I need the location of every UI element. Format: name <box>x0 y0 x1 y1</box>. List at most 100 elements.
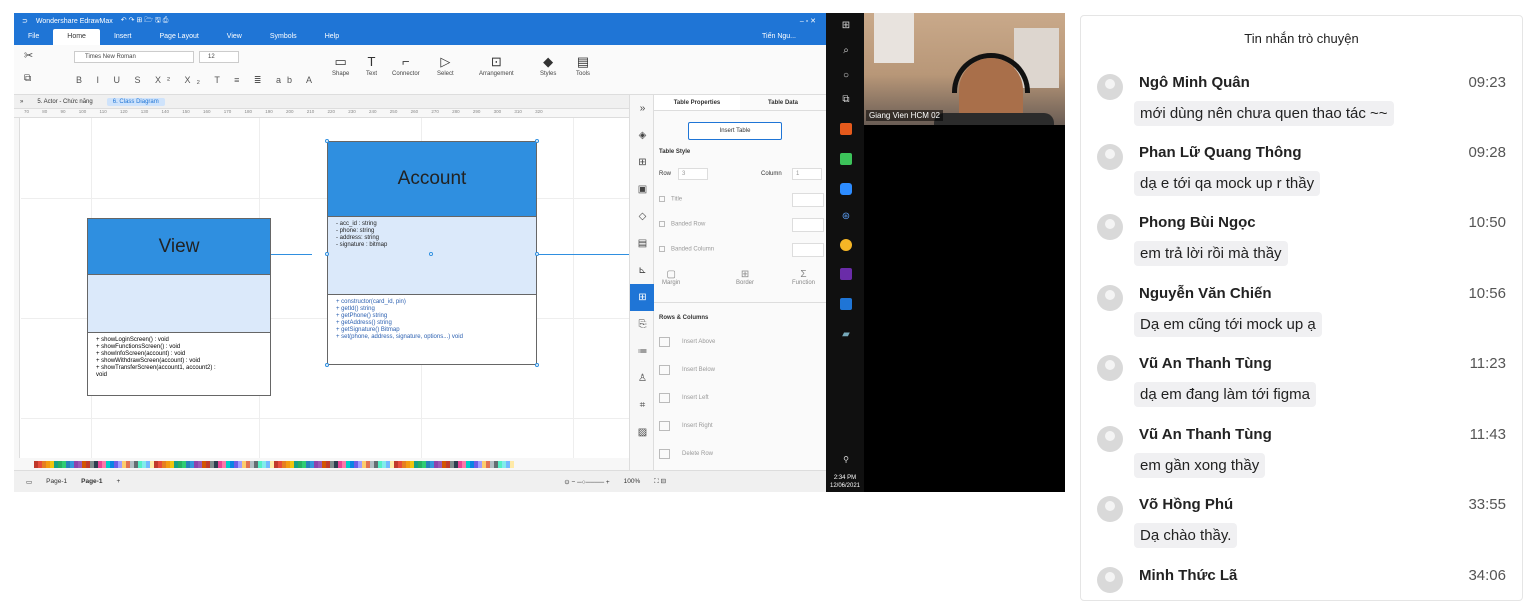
window-controls[interactable]: – ▫ ✕ <box>800 17 826 25</box>
table-icon[interactable]: ⊞ <box>630 284 655 311</box>
chart-icon[interactable]: ⊾ <box>630 257 655 284</box>
tab-table-properties[interactable]: Table Properties <box>654 95 740 110</box>
column-stepper[interactable]: 1 <box>792 168 822 180</box>
banded-column-color[interactable] <box>792 243 824 257</box>
select-button[interactable]: ▷ Select <box>437 55 454 78</box>
diagram-canvas[interactable]: View + showLoginScreen() : void + showFun… <box>21 118 629 458</box>
view-operation: + showTransferScreen(account1, account2)… <box>96 365 216 371</box>
message-text[interactable]: Dạ chào thầy. <box>1134 523 1238 548</box>
message-text[interactable]: Dạ em cũng tới mock up ạ <box>1134 312 1322 337</box>
expand-icon[interactable]: » <box>630 95 655 122</box>
fill-icon[interactable]: ◈ <box>630 122 655 149</box>
format-icons[interactable]: B I U S X² X₂ T ≡ ≣ ab A <box>76 75 318 86</box>
doc-tab-actor[interactable]: 5. Actor - Chức năng <box>31 98 98 106</box>
text-button[interactable]: T Text <box>366 55 377 78</box>
delete-row-button[interactable]: Delete Row <box>659 449 713 459</box>
presentation-icon[interactable]: ▨ <box>630 419 655 446</box>
menu-view[interactable]: View <box>213 29 256 45</box>
margin-button[interactable]: ▢ Margin <box>662 269 680 286</box>
insert-left-button[interactable]: Insert Left <box>659 393 709 403</box>
banded-row-checkbox[interactable]: Banded Row <box>659 221 705 228</box>
image-icon[interactable]: ▣ <box>630 176 655 203</box>
chrome-icon[interactable] <box>840 239 852 251</box>
zoom-icon[interactable] <box>840 183 852 195</box>
menu-home[interactable]: Home <box>53 29 100 45</box>
font-size-select[interactable]: 12 <box>199 51 239 63</box>
title-color[interactable] <box>792 193 824 207</box>
network-app-icon[interactable]: ⊛ <box>840 210 852 222</box>
title-checkbox[interactable]: Title <box>659 196 682 203</box>
add-page-button[interactable]: + <box>116 478 120 485</box>
media-app-icon[interactable] <box>840 268 852 280</box>
taskbar-clock[interactable]: 2:34 PM 12/06/2021 <box>826 474 864 490</box>
message-text[interactable]: dạ em đang làm tới figma <box>1134 382 1316 407</box>
banded-column-checkbox[interactable]: Banded Column <box>659 246 714 253</box>
message-text[interactable]: mới dùng nên chưa quen thao tác ~~ <box>1134 101 1394 126</box>
cut-icon[interactable]: ✂ <box>24 49 33 62</box>
menu-page-layout[interactable]: Page Layout <box>145 29 212 45</box>
edrawmax-taskbar-icon[interactable] <box>840 298 852 310</box>
fit-page-icon[interactable]: ⛶ ⊟ <box>654 477 666 486</box>
zoom-level[interactable]: 100% <box>624 478 641 485</box>
font-family-select[interactable]: Times New Roman <box>74 51 194 63</box>
camtasia-icon[interactable] <box>840 153 852 165</box>
search-icon[interactable]: ⌕ <box>840 44 852 56</box>
video-tile[interactable]: Giang Vien HCM 02 <box>864 13 1065 125</box>
copy-icon[interactable]: ⧉ <box>24 73 31 84</box>
row-stepper[interactable]: 3 <box>678 168 708 180</box>
task-view-icon[interactable]: ⧉ <box>840 93 852 105</box>
layers-icon[interactable]: ◇ <box>630 203 655 230</box>
file-icon[interactable]: ▰ <box>840 328 852 340</box>
org-icon[interactable]: ♙ <box>630 365 655 392</box>
resize-handle[interactable] <box>429 252 433 256</box>
export-icon[interactable]: ⎘ <box>630 311 655 338</box>
shape-button[interactable]: ▭ Shape <box>332 55 349 78</box>
resize-handle[interactable] <box>325 363 329 367</box>
connector-line[interactable] <box>537 254 629 255</box>
doc-tab-class-diagram[interactable]: 6. Class Diagram <box>106 97 165 106</box>
message-text[interactable]: dạ e tới qa mock up r thầy <box>1134 171 1321 196</box>
arrangement-button[interactable]: ⊡ Arrangement <box>479 55 514 78</box>
function-button[interactable]: Σ Function <box>792 269 815 286</box>
palette-swatch[interactable] <box>510 460 514 468</box>
zoom-slider[interactable]: ⊙ − ─○──── + <box>564 478 609 486</box>
insert-below-button[interactable]: Insert Below <box>659 365 715 375</box>
page-icon[interactable]: ▤ <box>630 230 655 257</box>
windows-start-icon[interactable]: ⊞ <box>840 19 852 31</box>
page-select[interactable]: Page-1 <box>46 478 67 485</box>
color-palette[interactable] <box>14 458 629 470</box>
cortana-icon[interactable]: ○ <box>840 69 852 81</box>
menu-insert[interactable]: Insert <box>100 29 146 45</box>
resize-handle[interactable] <box>325 139 329 143</box>
banded-row-color[interactable] <box>792 218 824 232</box>
message-sender: Phan Lữ Quang Thông <box>1139 144 1302 161</box>
user-name[interactable]: Tiến Ngu... <box>732 29 826 45</box>
page-tab[interactable]: Page-1 <box>81 478 102 485</box>
resize-handle[interactable] <box>535 139 539 143</box>
resize-handle[interactable] <box>325 252 329 256</box>
insert-above-button[interactable]: Insert Above <box>659 337 715 347</box>
menu-file[interactable]: File <box>14 29 53 45</box>
message-text[interactable]: em gần xong thầy <box>1134 453 1266 478</box>
tab-table-data[interactable]: Table Data <box>740 95 826 110</box>
resize-handle[interactable] <box>535 252 539 256</box>
menu-symbols[interactable]: Symbols <box>256 29 311 45</box>
styles-button[interactable]: ◆ Styles <box>540 55 556 78</box>
menu-help[interactable]: Help <box>311 29 353 45</box>
border-button[interactable]: ⊞ Border <box>736 269 754 286</box>
office-icon[interactable] <box>840 123 852 135</box>
tools-button[interactable]: ▤ Tools <box>576 55 590 78</box>
grid-icon[interactable]: ⊞ <box>630 149 655 176</box>
page-layout-icon[interactable]: ▭ <box>26 478 32 486</box>
collapse-icon[interactable]: » <box>20 99 23 105</box>
view-class[interactable]: View + showLoginScreen() : void + showFun… <box>87 218 271 396</box>
tray-icon[interactable]: ⚲ <box>840 453 852 465</box>
insert-right-button[interactable]: Insert Right <box>659 421 713 431</box>
resize-handle[interactable] <box>535 363 539 367</box>
message-text[interactable]: em trả lời rồi mà thầy <box>1134 241 1288 266</box>
connector-button[interactable]: ⌐ Connector <box>392 55 420 78</box>
quick-access-icons[interactable]: ↶ ↷ ⊞ 🗁 🖫 ⎙ <box>121 16 169 27</box>
insert-table-button[interactable]: Insert Table <box>688 122 782 140</box>
focus-icon[interactable]: ⌗ <box>630 392 655 419</box>
format-icon[interactable]: ≔ <box>630 338 655 365</box>
